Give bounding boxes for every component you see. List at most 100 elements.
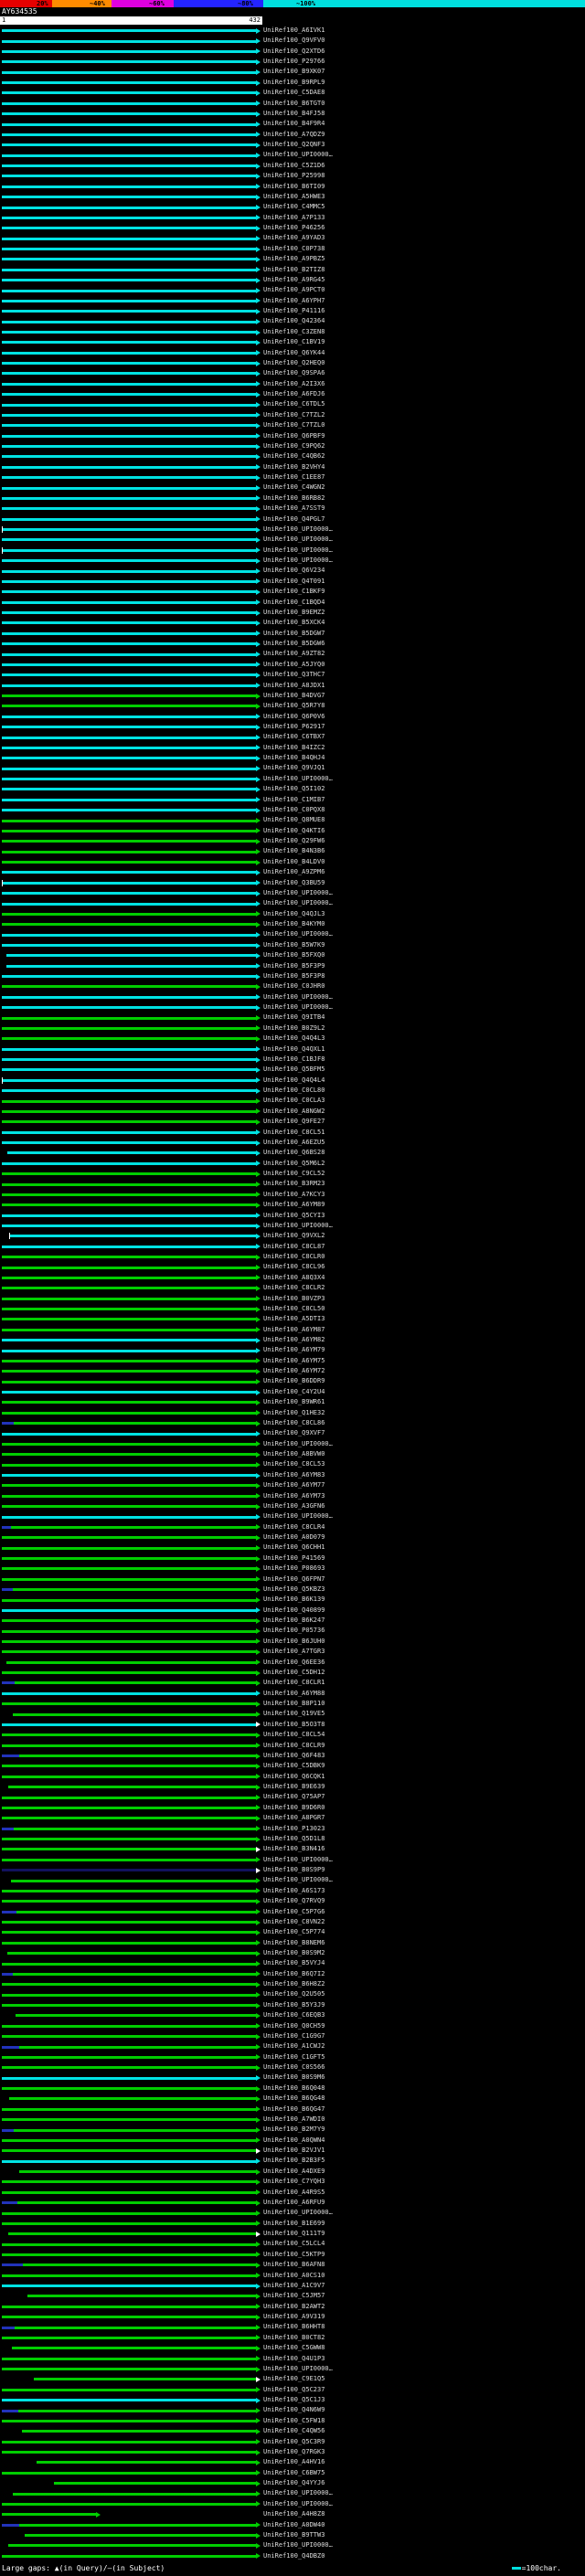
hit-row[interactable]: UniRef100_Q3THC7 bbox=[0, 670, 585, 680]
hit-row[interactable]: UniRef100_Q4N6W9 bbox=[0, 2405, 585, 2415]
hit-row[interactable]: UniRef100_C4MMC5 bbox=[0, 202, 585, 212]
hit-row[interactable]: UniRef100_Q5C237 bbox=[0, 2385, 585, 2395]
hit-row[interactable]: UniRef100_UPI0000… bbox=[0, 2364, 585, 2374]
hit-row[interactable]: UniRef100_A9PCT0 bbox=[0, 285, 585, 295]
hit-row[interactable]: UniRef100_Q4U1P3 bbox=[0, 2354, 585, 2364]
hit-row[interactable]: UniRef100_B9EMZ2 bbox=[0, 608, 585, 618]
hit-row[interactable]: UniRef100_B3N416 bbox=[0, 1844, 585, 1854]
hit-row[interactable]: UniRef100_C0S566 bbox=[0, 2062, 585, 2072]
hit-row[interactable]: UniRef100_B9D6R0 bbox=[0, 1803, 585, 1813]
hit-row[interactable]: UniRef100_C0CLA3 bbox=[0, 1096, 585, 1106]
hit-row[interactable]: UniRef100_Q5R7Y8 bbox=[0, 701, 585, 711]
hit-row[interactable]: UniRef100_A7SST9 bbox=[0, 504, 585, 514]
hit-row[interactable]: UniRef100_P08693 bbox=[0, 1564, 585, 1574]
hit-row[interactable]: UniRef100_C8CLR9 bbox=[0, 1741, 585, 1751]
hit-row[interactable]: UniRef100_Q9ITB4 bbox=[0, 1012, 585, 1023]
hit-row[interactable]: UniRef100_B9WR61 bbox=[0, 1397, 585, 1407]
hit-row[interactable]: UniRef100_A5DTI3 bbox=[0, 1314, 585, 1324]
hit-row[interactable]: UniRef100_B4IZC2 bbox=[0, 743, 585, 753]
hit-row[interactable]: UniRef100_C8CL50 bbox=[0, 1304, 585, 1314]
hit-row[interactable]: UniRef100_C5DH12 bbox=[0, 1668, 585, 1678]
hit-row[interactable]: UniRef100_B6Q048 bbox=[0, 2083, 585, 2094]
hit-row[interactable]: UniRef100_B6JUH0 bbox=[0, 1637, 585, 1647]
hit-row[interactable]: UniRef100_Q4T091 bbox=[0, 577, 585, 587]
hit-row[interactable]: UniRef100_C6BW75 bbox=[0, 2468, 585, 2478]
hit-row[interactable]: UniRef100_UPI0000… bbox=[0, 929, 585, 939]
hit-row[interactable]: UniRef100_B6HHT8 bbox=[0, 2322, 585, 2332]
hit-row[interactable]: UniRef100_C9PQ62 bbox=[0, 441, 585, 451]
hit-row[interactable]: UniRef100_B0S9P9 bbox=[0, 1865, 585, 1875]
hit-row[interactable]: UniRef100_A9ZPM6 bbox=[0, 867, 585, 877]
hit-row[interactable]: UniRef100_C5JM57 bbox=[0, 2291, 585, 2301]
hit-row[interactable]: UniRef100_B4LDV0 bbox=[0, 857, 585, 867]
hit-row[interactable]: UniRef100_A9YAD3 bbox=[0, 233, 585, 243]
hit-row[interactable]: UniRef100_B8NEM6 bbox=[0, 1938, 585, 1948]
hit-row[interactable]: UniRef100_C4WGN2 bbox=[0, 482, 585, 493]
hit-row[interactable]: UniRef100_B9RPL9 bbox=[0, 78, 585, 88]
hit-row[interactable]: UniRef100_C6TDL5 bbox=[0, 399, 585, 409]
hit-row[interactable]: UniRef100_B0CT82 bbox=[0, 2333, 585, 2343]
hit-row[interactable]: UniRef100_B6AFN8 bbox=[0, 2260, 585, 2270]
hit-row[interactable]: UniRef100_B4KYM0 bbox=[0, 919, 585, 929]
hit-row[interactable]: UniRef100_B6TGT0 bbox=[0, 99, 585, 109]
hit-row[interactable]: UniRef100_Q2QNF3 bbox=[0, 140, 585, 150]
hit-row[interactable]: UniRef100_UPI0000… bbox=[0, 1511, 585, 1521]
hit-row[interactable]: UniRef100_C1GFT5 bbox=[0, 2052, 585, 2062]
hit-row[interactable]: UniRef100_A1C9V7 bbox=[0, 2281, 585, 2291]
hit-row[interactable]: UniRef100_B5Y3J9 bbox=[0, 2000, 585, 2010]
hit-row[interactable]: UniRef100_C1MIB7 bbox=[0, 795, 585, 805]
hit-row[interactable]: UniRef100_Q2XTD6 bbox=[0, 47, 585, 57]
hit-row[interactable]: UniRef100_Q4Q4L4 bbox=[0, 1076, 585, 1086]
hit-row[interactable]: UniRef100_Q9VXL2 bbox=[0, 1231, 585, 1241]
hit-row[interactable]: UniRef100_UPI0000… bbox=[0, 546, 585, 556]
hit-row[interactable]: UniRef100_UPI0000… bbox=[0, 888, 585, 898]
hit-row[interactable]: UniRef100_A6YM75 bbox=[0, 1356, 585, 1366]
hit-row[interactable]: UniRef100_C7TZL2 bbox=[0, 410, 585, 420]
hit-row[interactable]: UniRef100_C8CL96 bbox=[0, 1262, 585, 1272]
hit-row[interactable]: UniRef100_A6IVK1 bbox=[0, 26, 585, 36]
hit-row[interactable]: UniRef100_C1BV19 bbox=[0, 337, 585, 347]
hit-row[interactable]: UniRef100_Q5CYI3 bbox=[0, 1211, 585, 1221]
hit-row[interactable]: UniRef100_A0CS10 bbox=[0, 2271, 585, 2281]
hit-row[interactable]: UniRef100_A1CWJ2 bbox=[0, 2041, 585, 2051]
hit-row[interactable]: UniRef100_A0DW40 bbox=[0, 2520, 585, 2530]
hit-row[interactable]: UniRef100_Q42364 bbox=[0, 316, 585, 326]
hit-row[interactable]: UniRef100_A6YM83 bbox=[0, 1470, 585, 1480]
hit-row[interactable]: UniRef100_Q6EE36 bbox=[0, 1658, 585, 1668]
hit-row[interactable]: UniRef100_Q3BU59 bbox=[0, 878, 585, 888]
hit-row[interactable]: UniRef100_Q2HEQ0 bbox=[0, 358, 585, 368]
hit-row[interactable]: UniRef100_C5P7G6 bbox=[0, 1907, 585, 1917]
hit-row[interactable]: UniRef100_C3ZEN8 bbox=[0, 327, 585, 337]
hit-row[interactable]: UniRef100_B6TI09 bbox=[0, 182, 585, 192]
hit-row[interactable]: UniRef100_Q5C1J3 bbox=[0, 2395, 585, 2405]
hit-row[interactable]: UniRef100_B5W7K9 bbox=[0, 940, 585, 950]
hit-row[interactable]: UniRef100_Q29FW6 bbox=[0, 836, 585, 846]
hit-row[interactable]: UniRef100_UPI0000… bbox=[0, 1875, 585, 1885]
hit-row[interactable]: UniRef100_B3RM23 bbox=[0, 1179, 585, 1189]
hit-row[interactable]: UniRef100_Q4PGL7 bbox=[0, 514, 585, 525]
hit-row[interactable]: UniRef100_Q4KTI6 bbox=[0, 826, 585, 836]
hit-row[interactable]: UniRef100_C9CL52 bbox=[0, 1169, 585, 1179]
hit-row[interactable]: UniRef100_A6FDJ6 bbox=[0, 389, 585, 399]
hit-row[interactable]: UniRef100_B4QHJ4 bbox=[0, 753, 585, 763]
hit-row[interactable]: UniRef100_UPI0000… bbox=[0, 525, 585, 535]
hit-row[interactable]: UniRef100_A7WDI0 bbox=[0, 2115, 585, 2125]
hit-row[interactable]: UniRef100_Q7RGK3 bbox=[0, 2447, 585, 2457]
hit-row[interactable]: UniRef100_B5FXQ0 bbox=[0, 950, 585, 960]
hit-row[interactable]: UniRef100_Q40899 bbox=[0, 1606, 585, 1616]
hit-row[interactable]: UniRef100_C4Y2U4 bbox=[0, 1387, 585, 1397]
hit-row[interactable]: UniRef100_A4HV16 bbox=[0, 2457, 585, 2467]
hit-row[interactable]: UniRef100_Q5KBZ3 bbox=[0, 1585, 585, 1595]
hit-row[interactable]: UniRef100_UPI0000… bbox=[0, 1855, 585, 1865]
hit-row[interactable]: UniRef100_B1E699 bbox=[0, 2219, 585, 2229]
hit-row[interactable]: UniRef100_A7P133 bbox=[0, 213, 585, 223]
hit-row[interactable]: UniRef100_B6RB82 bbox=[0, 493, 585, 504]
hit-row[interactable]: UniRef100_Q4Q4L3 bbox=[0, 1034, 585, 1044]
hit-row[interactable]: UniRef100_Q9SPA6 bbox=[0, 368, 585, 378]
hit-row[interactable]: UniRef100_C8CL54 bbox=[0, 1730, 585, 1740]
hit-row[interactable]: UniRef100_A5JYQ0 bbox=[0, 660, 585, 670]
hit-row[interactable]: UniRef100_B2VHY4 bbox=[0, 462, 585, 472]
hit-row[interactable]: UniRef100_P46256 bbox=[0, 223, 585, 233]
hit-row[interactable]: UniRef100_C5DAE8 bbox=[0, 88, 585, 98]
hit-row[interactable]: UniRef100_Q6V234 bbox=[0, 566, 585, 576]
